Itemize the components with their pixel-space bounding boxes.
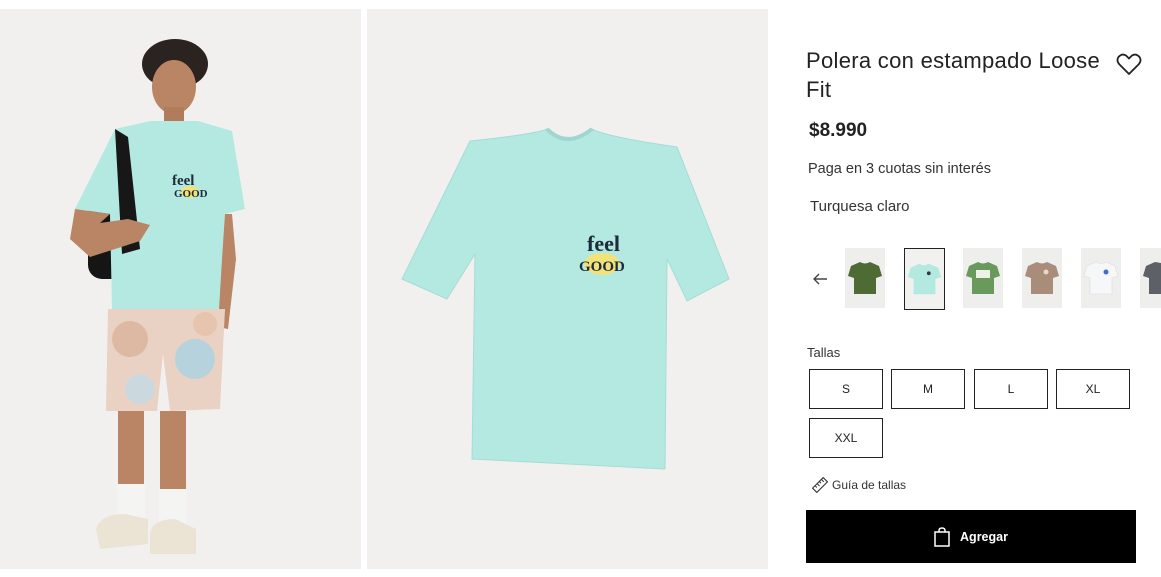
size-button-m[interactable]: M	[891, 369, 965, 409]
model-illustration: feel GOOD	[0, 9, 361, 569]
svg-text:feel: feel	[587, 231, 620, 256]
product-title: Polera con estampado Loose Fit	[806, 48, 1100, 102]
color-swatch-grey[interactable]	[1140, 248, 1161, 308]
size-button-l[interactable]: L	[974, 369, 1048, 409]
installments-info: Paga en 3 cuotas sin interés	[808, 161, 991, 177]
add-to-cart-button[interactable]: Agregar	[806, 510, 1136, 563]
add-to-cart-label: Agregar	[960, 529, 1008, 544]
selected-color-name: Turquesa claro	[810, 198, 910, 215]
product-photo[interactable]: feel GOOD	[367, 9, 768, 569]
color-swatch-white[interactable]	[1081, 248, 1121, 308]
sizes-label: Tallas	[807, 345, 841, 360]
svg-text:GOOD: GOOD	[579, 259, 625, 275]
tshirt-illustration: feel GOOD	[367, 9, 768, 569]
product-price: $8.990	[809, 120, 868, 141]
heart-icon[interactable]	[1116, 52, 1142, 76]
color-swatch-row	[806, 248, 1161, 310]
ruler-icon	[812, 477, 828, 493]
color-swatch-turquesa-claro[interactable]	[904, 248, 945, 310]
size-button-xl[interactable]: XL	[1056, 369, 1130, 409]
arrow-left-icon[interactable]	[812, 272, 828, 286]
product-info-panel: Polera con estampado Loose Fit $8.990 Pa…	[806, 0, 1161, 577]
size-guide-label: Guía de tallas	[832, 478, 907, 492]
size-button-xxl[interactable]: XXL	[809, 418, 883, 458]
color-swatch-green-print[interactable]	[963, 248, 1003, 308]
color-swatch-brown[interactable]	[1022, 248, 1062, 308]
shopping-bag-icon	[934, 526, 950, 547]
model-photo[interactable]: feel GOOD	[0, 9, 361, 569]
svg-text:GOOD: GOOD	[174, 188, 208, 200]
size-button-s[interactable]: S	[809, 369, 883, 409]
color-swatch-green[interactable]	[845, 248, 885, 308]
size-guide-link[interactable]: Guía de tallas	[812, 476, 906, 494]
